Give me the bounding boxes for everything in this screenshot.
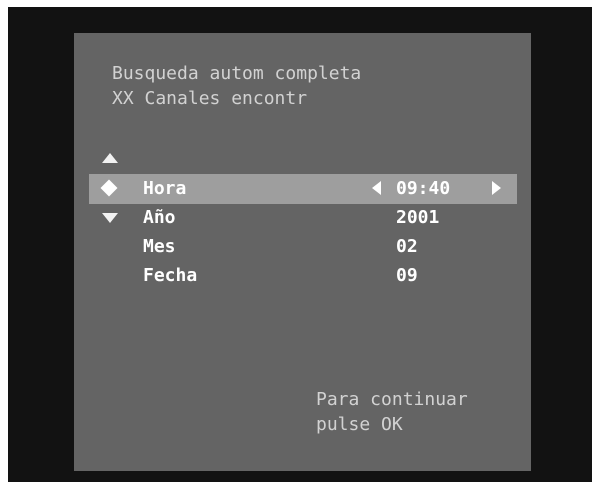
setting-value-hora[interactable]: 09:40 (396, 179, 450, 199)
scroll-down-icon[interactable] (102, 213, 118, 223)
setting-label-ano: Año (143, 207, 176, 228)
setting-label-hora: Hora (143, 178, 187, 199)
decrease-value-icon[interactable] (372, 181, 381, 195)
menu-title-line-2: XX Canales encontr (112, 88, 308, 109)
setting-label-mes: Mes (143, 236, 176, 257)
increase-value-icon[interactable] (492, 181, 501, 195)
continue-instruction-line-2: pulse OK (316, 414, 403, 435)
setting-value-ano[interactable]: 2001 (396, 208, 439, 228)
setting-value-mes[interactable]: 02 (396, 237, 418, 257)
continue-instruction-line-1: Para continuar (316, 389, 468, 410)
scroll-up-icon[interactable] (102, 153, 118, 163)
setting-value-fecha[interactable]: 09 (396, 266, 418, 286)
menu-title-line-1: Busqueda autom completa (112, 63, 362, 84)
setting-label-fecha: Fecha (143, 265, 198, 286)
